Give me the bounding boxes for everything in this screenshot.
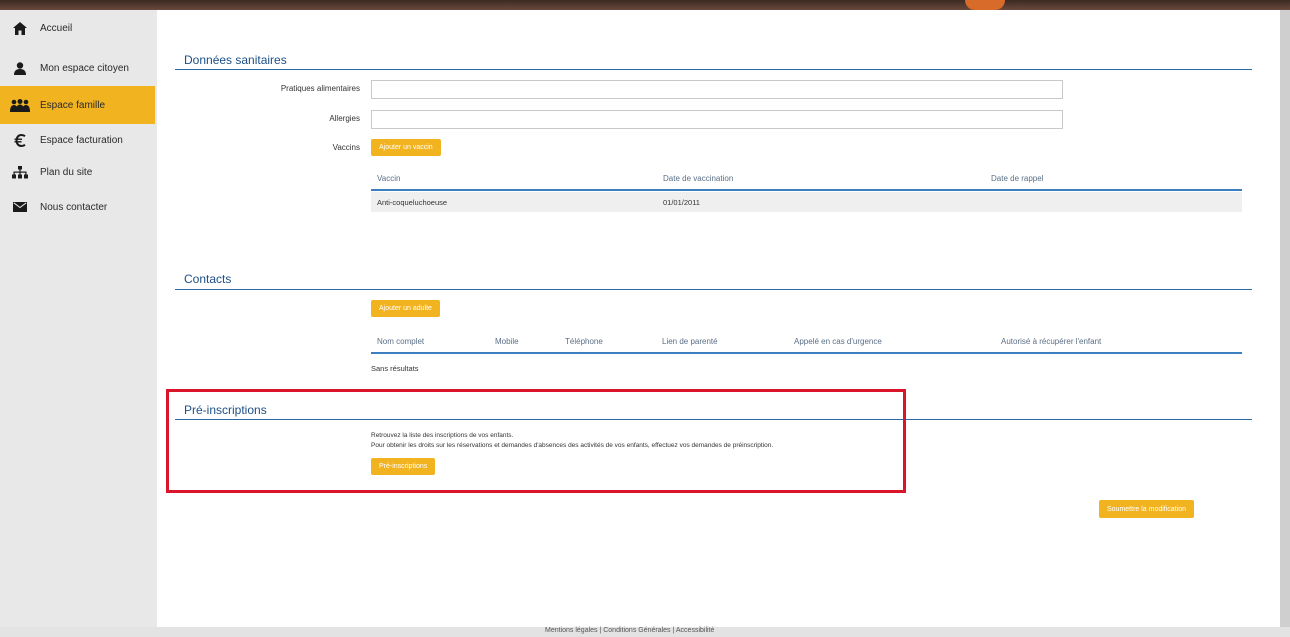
vaccine-cell: Anti-coqueluchoeuse — [377, 198, 448, 207]
section-title-preinscriptions: Pré-inscriptions — [184, 403, 267, 417]
family-icon — [0, 98, 40, 112]
sidebar-item-label: Espace facturation — [40, 134, 123, 146]
vaccine-col-header: Vaccin — [377, 174, 401, 183]
sitemap-icon — [0, 165, 40, 179]
allergies-input[interactable] — [371, 110, 1063, 129]
footer: Mentions légales | Conditions Générales … — [0, 627, 1290, 637]
add-adult-button[interactable]: Ajouter un adulte — [371, 300, 440, 317]
contact-col-phone: Téléphone — [565, 337, 603, 346]
home-icon — [0, 21, 40, 35]
sidebar-item-plan-du-site[interactable]: Plan du site — [0, 156, 155, 188]
top-banner — [0, 0, 1290, 10]
sidebar-item-label: Espace famille — [40, 99, 106, 111]
vaccination-date-cell: 01/01/2011 — [663, 198, 700, 207]
sidebar-item-label: Nous contacter — [40, 201, 108, 213]
euro-icon — [0, 133, 40, 147]
sidebar-item-espace-famille[interactable]: Espace famille — [0, 86, 155, 124]
section-divider — [175, 289, 1252, 290]
sidebar-item-mon-espace-citoyen[interactable]: Mon espace citoyen — [0, 52, 155, 84]
section-title-contacts: Contacts — [184, 272, 232, 286]
preinscriptions-button[interactable]: Pré-inscriptions — [371, 458, 436, 475]
sidebar-item-label: Mon espace citoyen — [40, 62, 129, 74]
reminder-date-col-header: Date de rappel — [991, 174, 1044, 183]
contact-col-authorized-pickup: Autorisé à récupérer l'enfant — [1001, 337, 1102, 346]
section-divider — [175, 69, 1252, 70]
allergies-label: Allergies — [329, 114, 360, 123]
sidebar-item-label: Accueil — [40, 22, 73, 34]
sidebar-item-espace-facturation[interactable]: Espace facturation — [0, 124, 155, 156]
main-content: Données sanitaires Pratiques alimentaire… — [157, 10, 1280, 627]
envelope-icon — [0, 202, 40, 212]
vaccines-label: Vaccins — [332, 143, 360, 152]
food-practices-label: Pratiques alimentaires — [280, 84, 360, 93]
sidebar-item-nous-contacter[interactable]: Nous contacter — [0, 191, 155, 223]
contacts-empty-text: Sans résultats — [371, 364, 419, 373]
contact-col-emergency: Appelé en cas d'urgence — [794, 337, 882, 346]
user-icon — [0, 61, 40, 75]
contact-col-name: Nom complet — [377, 337, 425, 346]
preinscriptions-info-line-1: Retrouvez la liste des inscriptions de v… — [371, 432, 514, 439]
preinscriptions-info-line-2: Pour obtenir les droits sur les réservat… — [371, 442, 774, 449]
section-title-donnees-sanitaires: Données sanitaires — [184, 53, 287, 67]
sidebar-item-label: Plan du site — [40, 166, 93, 178]
vaccine-table-header-line — [371, 189, 1242, 191]
page-edge — [1280, 10, 1290, 627]
sidebar: Accueil Mon espace citoyen Espace famill… — [0, 10, 155, 637]
submit-modification-button[interactable]: Soumettre la modification — [1099, 500, 1194, 518]
contact-col-mobile: Mobile — [495, 337, 519, 346]
table-row — [371, 192, 1242, 212]
add-vaccine-button[interactable]: Ajouter un vaccin — [371, 139, 441, 156]
sidebar-item-accueil[interactable]: Accueil — [0, 12, 155, 44]
vaccination-date-col-header: Date de vaccination — [663, 174, 734, 183]
footer-links[interactable]: Mentions légales | Conditions Générales … — [545, 627, 714, 634]
banner-accent — [965, 0, 1005, 10]
contacts-table-header-line — [371, 352, 1242, 354]
contact-col-relationship: Lien de parenté — [662, 337, 718, 346]
section-divider — [175, 419, 1252, 420]
food-practices-input[interactable] — [371, 80, 1063, 99]
